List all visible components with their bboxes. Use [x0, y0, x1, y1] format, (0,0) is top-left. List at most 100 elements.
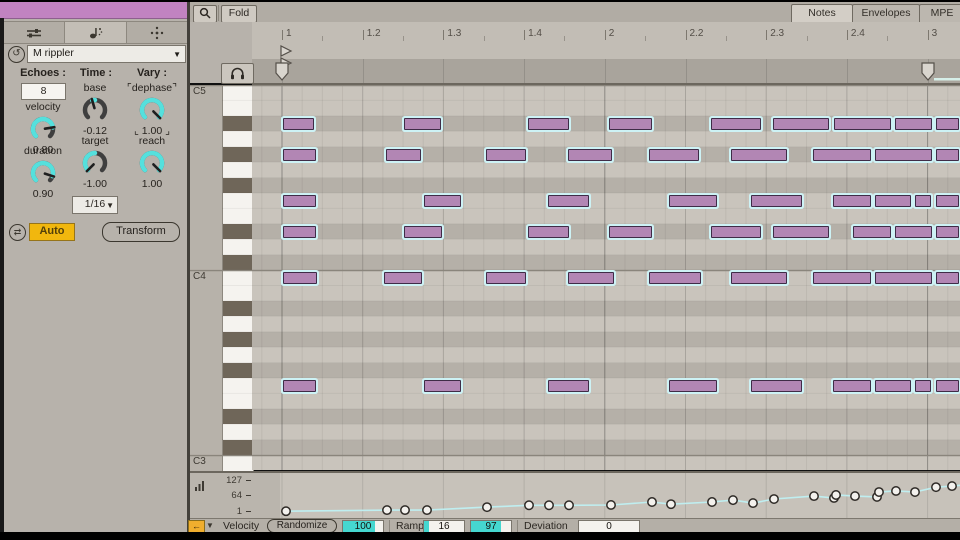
velocity-marker[interactable]: [483, 503, 491, 511]
midi-note[interactable]: [915, 380, 931, 392]
velocity-marker[interactable]: [851, 492, 859, 500]
velocity-marker[interactable]: [932, 483, 940, 491]
knob-reach[interactable]: [136, 147, 168, 179]
midi-note[interactable]: [386, 149, 421, 161]
midi-note[interactable]: [731, 149, 787, 161]
midi-note[interactable]: [424, 380, 461, 392]
midi-note[interactable]: [773, 226, 829, 238]
midi-note[interactable]: [834, 118, 891, 130]
velocity-marker[interactable]: [948, 482, 956, 490]
midi-note[interactable]: [424, 195, 461, 207]
midi-note[interactable]: [711, 118, 761, 130]
midi-note[interactable]: [875, 149, 932, 161]
midi-note[interactable]: [283, 380, 316, 392]
midi-note[interactable]: [283, 118, 314, 130]
midi-note[interactable]: [649, 149, 699, 161]
tab-notes[interactable]: Notes: [791, 4, 853, 24]
midi-note[interactable]: [915, 195, 931, 207]
lane-select-chevron[interactable]: ▼: [206, 521, 214, 530]
midi-note[interactable]: [669, 380, 717, 392]
velocity-marker[interactable]: [648, 498, 656, 506]
velocity-marker[interactable]: [607, 501, 615, 509]
midi-note[interactable]: [609, 118, 652, 130]
velocity-marker[interactable]: [525, 501, 533, 509]
velocity-marker[interactable]: [749, 499, 757, 507]
clip-title-bar[interactable]: [0, 0, 187, 19]
grid-interval-selector[interactable]: 1/16 ▼: [72, 196, 118, 214]
midi-note[interactable]: [936, 149, 959, 161]
echoes-count-field[interactable]: 8: [21, 83, 66, 100]
midi-note[interactable]: [669, 195, 717, 207]
velocity-marker[interactable]: [545, 501, 553, 509]
midi-note[interactable]: [486, 149, 526, 161]
midi-note[interactable]: [936, 380, 959, 392]
midi-note[interactable]: [936, 226, 959, 238]
knob-dephase[interactable]: [136, 94, 168, 126]
velocity-marker[interactable]: [892, 487, 900, 495]
midi-note[interactable]: [751, 195, 802, 207]
midi-note[interactable]: [813, 272, 871, 284]
midi-note[interactable]: [404, 226, 442, 238]
velocity-marker[interactable]: [565, 501, 573, 509]
retrigger-icon[interactable]: ⇄: [9, 224, 26, 241]
midi-note[interactable]: [731, 272, 787, 284]
midi-note[interactable]: [751, 380, 802, 392]
velocity-marker[interactable]: [911, 488, 919, 496]
midi-note[interactable]: [875, 380, 911, 392]
midi-note[interactable]: [875, 272, 932, 284]
velocity-marker[interactable]: [810, 492, 818, 500]
midi-note[interactable]: [711, 226, 761, 238]
midi-note[interactable]: [486, 272, 526, 284]
midi-note[interactable]: [813, 149, 871, 161]
midi-note[interactable]: [936, 195, 959, 207]
midi-note[interactable]: [649, 272, 701, 284]
midi-note[interactable]: [833, 195, 871, 207]
midi-note[interactable]: [568, 272, 614, 284]
tab-mpe[interactable]: MPE: [919, 4, 960, 24]
note-transform-tab[interactable]: [65, 22, 126, 43]
velocity-marker[interactable]: [729, 496, 737, 504]
midi-note[interactable]: [528, 118, 569, 130]
zoom-search-button[interactable]: [193, 5, 217, 23]
velocity-marker[interactable]: [770, 495, 778, 503]
target-tab[interactable]: [127, 22, 187, 43]
midi-note[interactable]: [875, 195, 911, 207]
velocity-markers[interactable]: [190, 473, 960, 518]
midi-note[interactable]: [283, 149, 316, 161]
midi-note[interactable]: [283, 195, 316, 207]
loop-marker-layer[interactable]: [190, 40, 960, 83]
midi-note[interactable]: [833, 380, 871, 392]
transform-button[interactable]: Transform: [102, 222, 180, 242]
midi-note[interactable]: [283, 272, 317, 284]
knob-target[interactable]: [79, 147, 111, 179]
midi-note[interactable]: [548, 195, 589, 207]
tab-envelopes[interactable]: Envelopes: [852, 4, 920, 24]
midi-note[interactable]: [773, 118, 829, 130]
midi-note[interactable]: [283, 226, 316, 238]
midi-note[interactable]: [548, 380, 589, 392]
midi-note[interactable]: [528, 226, 569, 238]
velocity-marker[interactable]: [401, 506, 409, 514]
velocity-marker[interactable]: [875, 488, 883, 496]
randomize-button[interactable]: Randomize: [267, 519, 337, 533]
midi-note[interactable]: [936, 118, 959, 130]
preview-headphone-button[interactable]: [221, 63, 254, 84]
midi-note[interactable]: [404, 118, 441, 130]
velocity-marker[interactable]: [423, 506, 431, 514]
knob-base[interactable]: [79, 94, 111, 126]
device-selector[interactable]: M rippler ▼: [27, 45, 186, 63]
velocity-marker[interactable]: [667, 500, 675, 508]
hot-swap-icon[interactable]: ↺: [8, 46, 25, 63]
velocity-marker[interactable]: [383, 506, 391, 514]
midi-note[interactable]: [936, 272, 959, 284]
midi-note[interactable]: [609, 226, 652, 238]
midi-note[interactable]: [853, 226, 891, 238]
midi-note[interactable]: [895, 226, 932, 238]
fold-button[interactable]: Fold: [221, 5, 257, 23]
knob-velocity[interactable]: [27, 113, 59, 145]
auto-button[interactable]: Auto: [29, 223, 75, 241]
knob-duration[interactable]: [27, 157, 59, 189]
clip-properties-tab[interactable]: [4, 22, 65, 43]
midi-note[interactable]: [568, 149, 612, 161]
midi-note[interactable]: [895, 118, 932, 130]
